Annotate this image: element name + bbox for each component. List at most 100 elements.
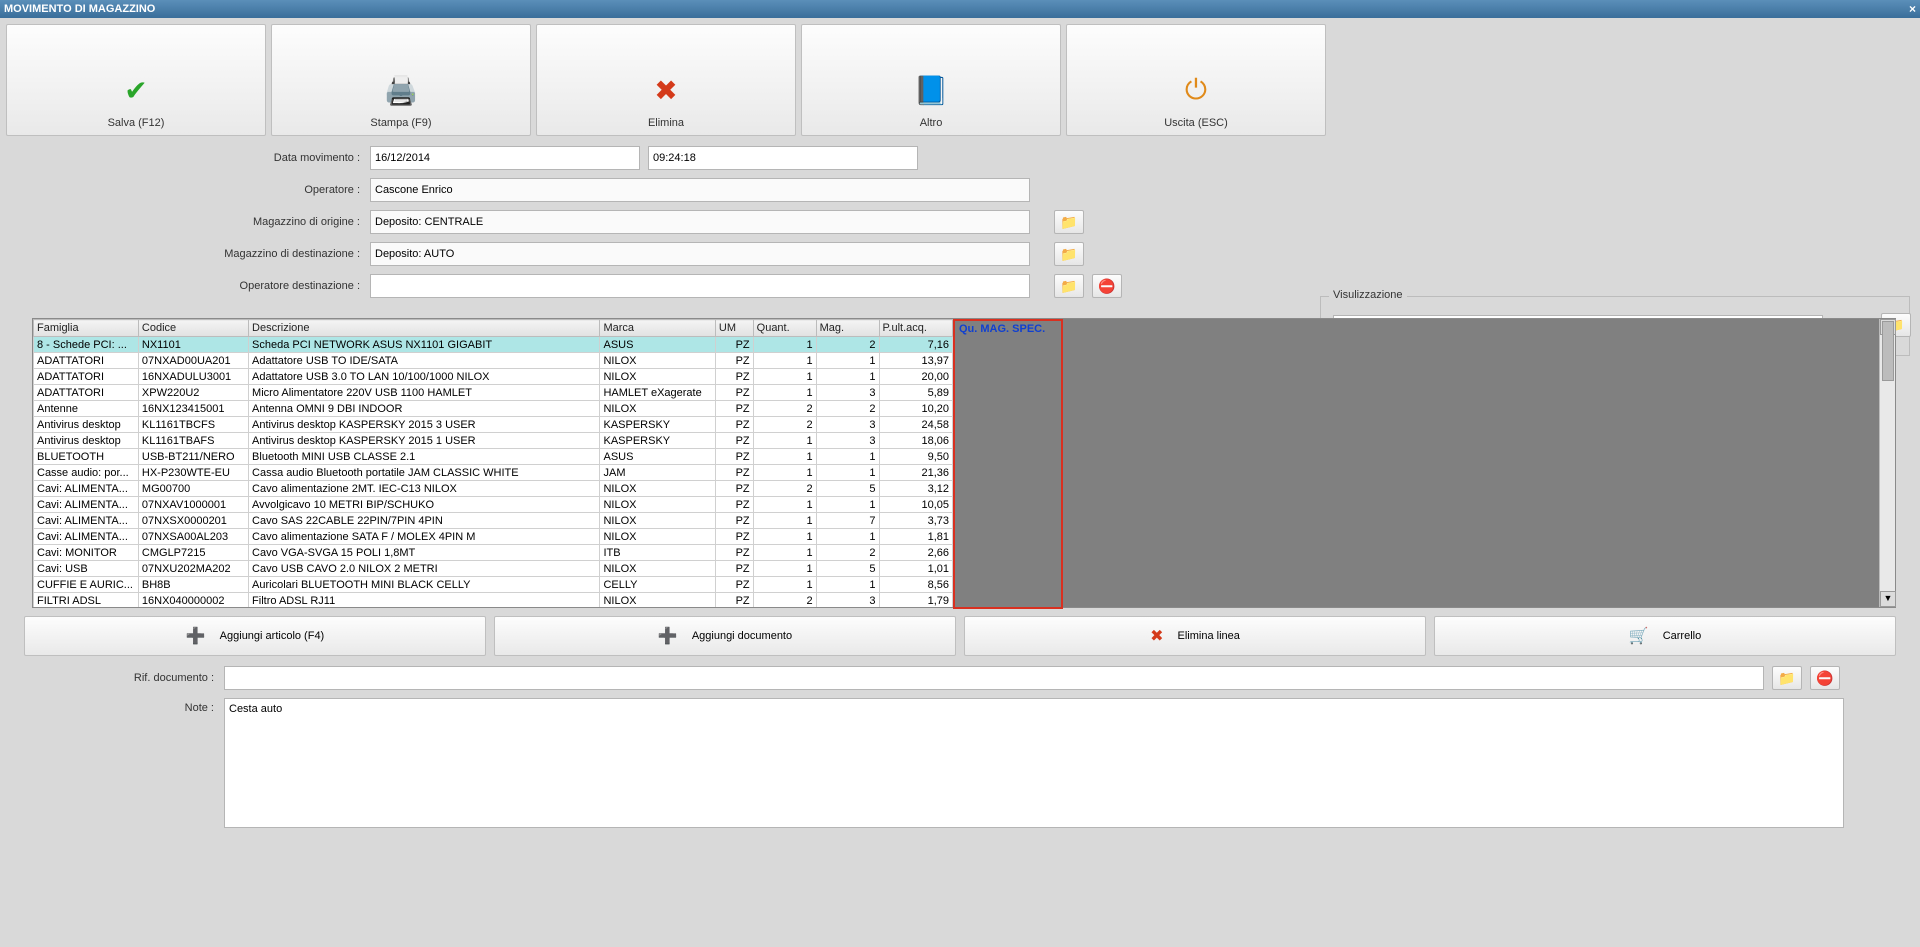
table-cell: PZ [715,433,753,449]
table-cell: Adattatore USB 3.0 TO LAN 10/100/1000 NI… [249,369,600,385]
document-icon: 📘 [914,74,949,107]
column-header[interactable]: Quant. [753,320,816,337]
table-row[interactable]: Cavi: ALIMENTA...MG00700Cavo alimentazio… [34,481,953,497]
column-header[interactable]: P.ult.acq. [879,320,952,337]
delete-button[interactable]: ✖ Elimina [536,24,796,136]
table-cell: 10,20 [879,401,952,417]
table-row[interactable]: ADATTATORI16NXADULU3001Adattatore USB 3.… [34,369,953,385]
table-cell: CMGLP7215 [138,545,248,561]
table-row[interactable]: Antenne16NX123415001Antenna OMNI 9 DBI I… [34,401,953,417]
table-cell: 1 [753,545,816,561]
cart-button[interactable]: 🛒 Carrello [1434,616,1896,656]
table-cell: KASPERSKY [600,417,715,433]
printer-icon: 🖨️ [384,74,419,107]
table-cell: 3 [816,385,879,401]
table-cell: ASUS [600,449,715,465]
table-cell: PZ [715,385,753,401]
table-row[interactable]: FILTRI ADSL16NX040000002Filtro ADSL RJ11… [34,593,953,608]
table-cell: MG00700 [138,481,248,497]
table-cell: 1,79 [879,593,952,608]
table-cell: 3 [816,593,879,608]
delete-line-button[interactable]: ✖ Elimina linea [964,616,1426,656]
note-label: Note : [24,698,224,714]
column-header[interactable]: UM [715,320,753,337]
note-textarea[interactable]: Cesta auto [224,698,1844,828]
oper-dest-clear-button[interactable]: ⛔ [1092,274,1122,298]
folder-icon: 📁 [1060,278,1077,295]
rif-documento-input[interactable] [224,666,1764,690]
table-cell: Antivirus desktop KASPERSKY 2015 3 USER [249,417,600,433]
table-row[interactable]: CUFFIE E AURIC...BH8BAuricolari BLUETOOT… [34,577,953,593]
table-row[interactable]: 8 - Schede PCI: ...NX1101Scheda PCI NETW… [34,337,953,353]
table-cell: 2 [753,593,816,608]
column-header[interactable]: Codice [138,320,248,337]
table-row[interactable]: Antivirus desktopKL1161TBAFSAntivirus de… [34,433,953,449]
cart-label: Carrello [1663,630,1702,642]
table-cell: 1 [816,497,879,513]
table-cell: 2 [753,401,816,417]
mag-dest-browse-button[interactable]: 📁 [1054,242,1084,266]
table-cell: NILOX [600,401,715,417]
table-cell: 13,97 [879,353,952,369]
plus-icon: ➕ [186,626,206,646]
table-row[interactable]: Cavi: MONITORCMGLP7215Cavo VGA-SVGA 15 P… [34,545,953,561]
main-toolbar: ✔ Salva (F12) 🖨️ Stampa (F9) ✖ Elimina 📘… [0,18,1920,142]
table-row[interactable]: Cavi: ALIMENTA...07NXSA00AL203Cavo alime… [34,529,953,545]
table-cell: ADATTATORI [34,369,139,385]
plus-icon: ➕ [658,626,678,646]
delete-label: Elimina [648,117,684,129]
ora-input[interactable] [648,146,918,170]
table-cell: BH8B [138,577,248,593]
add-document-button[interactable]: ➕ Aggiungi documento [494,616,956,656]
oper-dest-browse-button[interactable]: 📁 [1054,274,1084,298]
table-cell: FILTRI ADSL [34,593,139,608]
table-row[interactable]: Cavi: USB07NXU202MA202Cavo USB CAVO 2.0 … [34,561,953,577]
scroll-thumb[interactable] [1882,321,1894,381]
table-cell: Cavo alimentazione SATA F / MOLEX 4PIN M [249,529,600,545]
delete-line-label: Elimina linea [1178,630,1240,642]
table-cell: NILOX [600,497,715,513]
table-row[interactable]: ADATTATORIXPW220U2Micro Alimentatore 220… [34,385,953,401]
table-cell: Cavo VGA-SVGA 15 POLI 1,8MT [249,545,600,561]
save-button[interactable]: ✔ Salva (F12) [6,24,266,136]
table-cell: 3,12 [879,481,952,497]
column-header[interactable]: Mag. [816,320,879,337]
table-cell: Cavi: ALIMENTA... [34,497,139,513]
data-movimento-input[interactable] [370,146,640,170]
table-cell: 24,58 [879,417,952,433]
table-cell: 7,16 [879,337,952,353]
table-cell: 1 [753,353,816,369]
mag-origine-browse-button[interactable]: 📁 [1054,210,1084,234]
other-button[interactable]: 📘 Altro [801,24,1061,136]
scroll-down-icon[interactable]: ▼ [1880,591,1896,607]
grid-action-bar: ➕ Aggiungi articolo (F4) ➕ Aggiungi docu… [24,616,1896,656]
articles-grid[interactable]: FamigliaCodiceDescrizioneMarcaUMQuant.Ma… [33,319,953,607]
table-cell: 20,00 [879,369,952,385]
table-cell: PZ [715,449,753,465]
table-cell: Cavo alimentazione 2MT. IEC-C13 NILOX [249,481,600,497]
table-cell: JAM [600,465,715,481]
column-header[interactable]: Famiglia [34,320,139,337]
add-article-button[interactable]: ➕ Aggiungi articolo (F4) [24,616,486,656]
table-row[interactable]: Cavi: ALIMENTA...07NXSX0000201Cavo SAS 2… [34,513,953,529]
grid-vertical-scrollbar[interactable]: ▲ ▼ [1879,319,1895,607]
table-cell: 07NXSX0000201 [138,513,248,529]
column-header[interactable]: Descrizione [249,320,600,337]
print-button[interactable]: 🖨️ Stampa (F9) [271,24,531,136]
oper-dest-input[interactable] [370,274,1030,298]
table-cell: 1 [753,449,816,465]
table-row[interactable]: Antivirus desktopKL1161TBCFSAntivirus de… [34,417,953,433]
table-row[interactable]: Cavi: ALIMENTA...07NXAV1000001Avvolgicav… [34,497,953,513]
close-icon[interactable]: × [1909,0,1916,18]
table-row[interactable]: ADATTATORI07NXAD00UA201Adattatore USB TO… [34,353,953,369]
table-cell: 3 [816,417,879,433]
table-cell: PZ [715,545,753,561]
rif-clear-button[interactable]: ⛔ [1810,666,1840,690]
operatore-label: Operatore : [30,184,370,196]
rif-browse-button[interactable]: 📁 [1772,666,1802,690]
table-row[interactable]: BLUETOOTHUSB-BT211/NEROBluetooth MINI US… [34,449,953,465]
exit-button[interactable]: ⏻ Uscita (ESC) [1066,24,1326,136]
table-row[interactable]: Casse audio: por...HX-P230WTE-EUCassa au… [34,465,953,481]
table-cell: 21,36 [879,465,952,481]
column-header[interactable]: Marca [600,320,715,337]
